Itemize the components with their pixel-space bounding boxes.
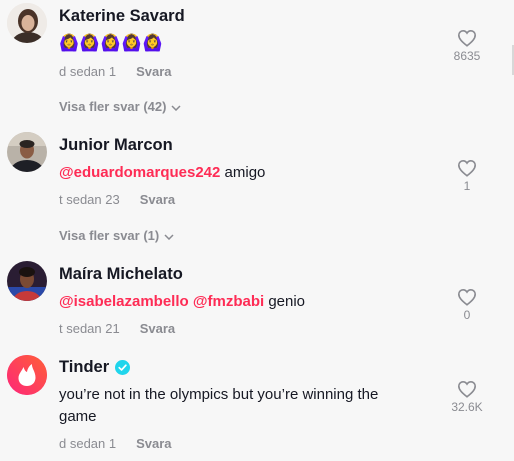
like-button[interactable]: 32.6K — [437, 380, 497, 414]
verified-badge-icon — [115, 360, 131, 380]
tinder-flame-icon — [7, 355, 47, 395]
comment-body: genio — [264, 293, 306, 310]
comment-meta: d sedan 1 Svara — [59, 436, 172, 451]
chevron-down-icon — [164, 234, 174, 240]
comment-meta: t sedan 21 Svara — [59, 321, 175, 336]
comment-text: 🙆‍♀️🙆‍♀️🙆‍♀️🙆‍♀️🙆‍♀️ — [59, 33, 419, 55]
comment-text: @isabelazambello @fmzbabi genio — [59, 291, 419, 313]
comment-item: Junior Marcon @eduardomarques242 amigo t… — [0, 129, 514, 254]
comment-body: amigo — [220, 164, 266, 181]
comment-username[interactable]: Tinder — [59, 358, 131, 380]
avatar[interactable] — [7, 132, 47, 172]
username-text: Tinder — [59, 358, 110, 376]
like-count: 8635 — [453, 49, 481, 63]
heart-outline-icon — [457, 288, 477, 306]
view-more-label: Visa fler svar (1) — [59, 228, 160, 243]
comment-username[interactable]: Katerine Savard — [59, 7, 185, 26]
avatar[interactable] — [7, 261, 47, 301]
comment-text: you’re not in the olympics but you’re wi… — [59, 386, 379, 425]
like-count: 0 — [463, 308, 471, 322]
timestamp: t sedan 21 — [59, 321, 120, 336]
like-button[interactable]: 0 — [437, 288, 497, 322]
mention-link[interactable]: @eduardomarques242 — [59, 164, 220, 181]
avatar-photo-icon — [7, 3, 47, 43]
heart-outline-icon — [457, 29, 477, 47]
chevron-down-icon — [171, 105, 181, 111]
reply-button[interactable]: Svara — [136, 436, 171, 451]
like-button[interactable]: 8635 — [437, 29, 497, 63]
like-count: 1 — [463, 179, 471, 193]
reply-button[interactable]: Svara — [140, 321, 175, 336]
comment-meta: d sedan 1 Svara — [59, 64, 172, 79]
comment-item: Maíra Michelato @isabelazambello @fmzbab… — [0, 258, 514, 348]
timestamp: d sedan 1 — [59, 436, 117, 451]
comment-meta: t sedan 23 Svara — [59, 192, 175, 207]
avatar-photo-icon — [7, 132, 47, 172]
timestamp: d sedan 1 — [59, 64, 117, 79]
comment-item: Katerine Savard 🙆‍♀️🙆‍♀️🙆‍♀️🙆‍♀️🙆‍♀️ d s… — [0, 0, 514, 125]
timestamp: t sedan 23 — [59, 192, 120, 207]
avatar-photo-icon — [7, 261, 47, 301]
view-more-replies[interactable]: Visa fler svar (42) — [59, 99, 181, 114]
view-more-label: Visa fler svar (42) — [59, 99, 167, 114]
reply-button[interactable]: Svara — [140, 192, 175, 207]
heart-outline-icon — [457, 380, 477, 398]
like-button[interactable]: 1 — [437, 159, 497, 193]
comment-username[interactable]: Maíra Michelato — [59, 265, 183, 284]
mention-link[interactable]: @isabelazambello — [59, 293, 189, 310]
heart-outline-icon — [457, 159, 477, 177]
reply-button[interactable]: Svara — [136, 64, 171, 79]
like-count: 32.6K — [451, 400, 483, 414]
comment-username[interactable]: Junior Marcon — [59, 136, 173, 155]
comment-text: @eduardomarques242 amigo — [59, 162, 419, 184]
view-more-replies[interactable]: Visa fler svar (1) — [59, 228, 174, 243]
avatar[interactable] — [7, 355, 47, 395]
emoji-text: 🙆‍♀️🙆‍♀️🙆‍♀️🙆‍♀️🙆‍♀️ — [59, 35, 164, 52]
comment-item: Tinder you’re not in the olympics but yo… — [0, 352, 514, 461]
mention-link[interactable]: @fmzbabi — [193, 293, 264, 310]
avatar[interactable] — [7, 3, 47, 43]
